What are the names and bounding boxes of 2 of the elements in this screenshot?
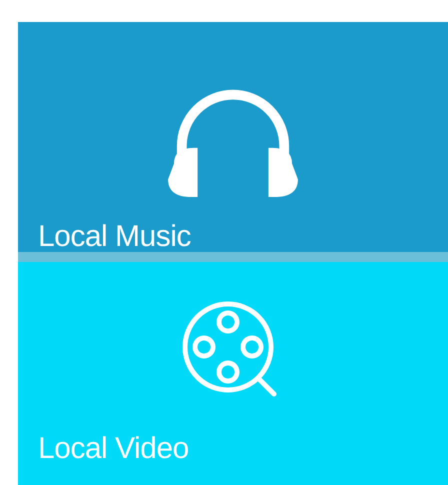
tile-button[interactable]: Local Music: [18, 22, 448, 252]
tile-button[interactable]: Local Video: [18, 262, 448, 485]
